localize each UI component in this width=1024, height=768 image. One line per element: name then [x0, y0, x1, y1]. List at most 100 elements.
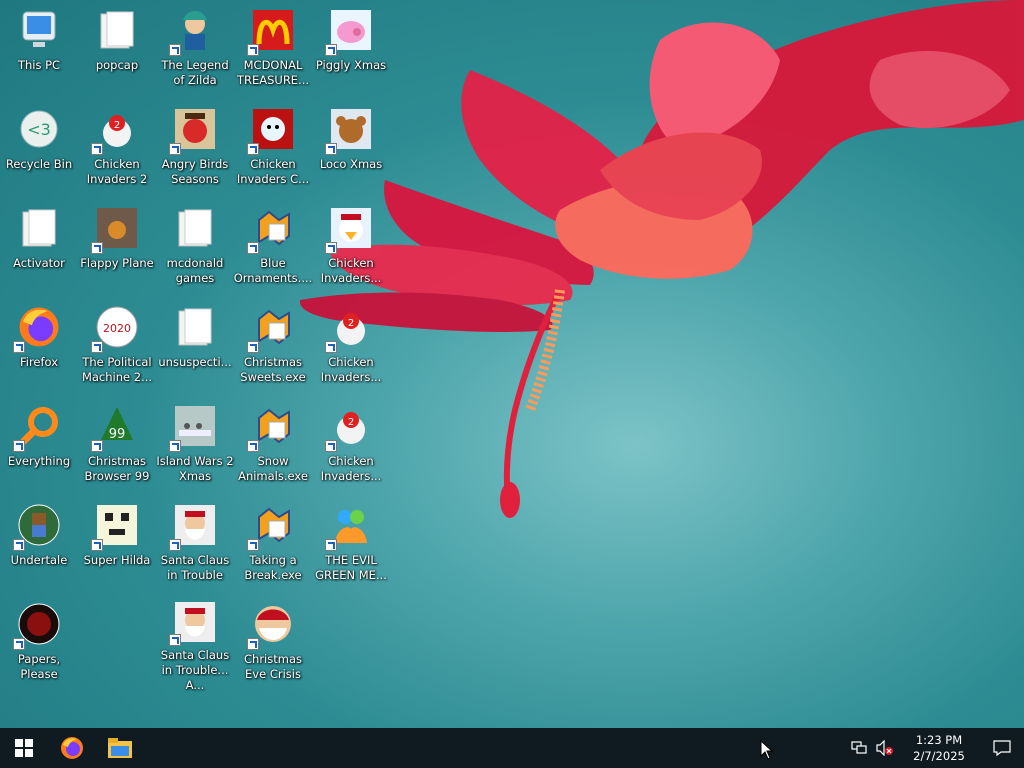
desktop-icon[interactable]: 99 Christmas Browser 99: [78, 396, 156, 488]
action-center-button[interactable]: [980, 728, 1024, 768]
desktop-icon-label: Everything: [7, 454, 71, 468]
desktop-icon[interactable]: unsuspecti...: [156, 297, 234, 389]
desktop-icon-label: Recycle Bin: [5, 157, 73, 171]
undertale-icon: [13, 501, 63, 551]
desktop-icon[interactable]: Activator: [0, 198, 78, 290]
desktop-icon[interactable]: Christmas Sweets.exe: [234, 297, 312, 389]
desktop-icon-label: Chicken Invaders...: [320, 355, 382, 384]
taskbar-firefox-button[interactable]: [48, 728, 96, 768]
desktop-icon[interactable]: 2 Chicken Invaders 2: [78, 99, 156, 191]
desktop-icon[interactable]: Blue Ornaments....: [234, 198, 312, 290]
volume-muted-icon: [876, 740, 893, 756]
svg-text:<3: <3: [27, 120, 51, 139]
desktop-icon[interactable]: mcdonald games: [156, 198, 234, 290]
desktop-icon-label: Super Hilda: [83, 553, 151, 567]
shortcut-arrow-icon: [247, 143, 259, 155]
shortcut-arrow-icon: [91, 539, 103, 551]
taskbar-clock[interactable]: 1:23 PM 2/7/2025: [898, 732, 980, 764]
shortcut-arrow-icon: [325, 242, 337, 254]
action-center-icon: [993, 740, 1011, 756]
shortcut-arrow-icon: [325, 440, 337, 452]
shortcut-arrow-icon: [169, 539, 181, 551]
start-button[interactable]: [0, 728, 48, 768]
desktop-icon[interactable]: popcap: [78, 0, 156, 92]
desktop-icon[interactable]: Santa Claus in Trouble: [156, 495, 234, 587]
christmas-tree-icon: 99: [91, 402, 141, 452]
chicken-invaders-icon: 2: [325, 402, 375, 452]
shortcut-arrow-icon: [13, 638, 25, 650]
shortcut-arrow-icon: [91, 242, 103, 254]
desktop-icon-label: Activator: [13, 256, 65, 270]
firefox-icon: [13, 303, 63, 353]
flappy-plane-icon: [91, 204, 141, 254]
desktop-icon[interactable]: Santa Claus in Trouble... A...: [156, 594, 234, 692]
desktop-icon[interactable]: Christmas Eve Crisis: [234, 594, 312, 686]
shortcut-arrow-icon: [247, 638, 259, 650]
shortcut-arrow-icon: [91, 341, 103, 353]
puzzle-icon: [247, 402, 297, 452]
desktop-icon-label: Firefox: [19, 355, 59, 369]
network-button[interactable]: [846, 728, 872, 768]
system-tray: 1:23 PM 2/7/2025: [846, 728, 1024, 768]
desktop-icon[interactable]: Loco Xmas: [312, 99, 390, 191]
computer-icon: [15, 6, 63, 54]
shortcut-arrow-icon: [325, 44, 337, 56]
desktop-icon-label: Chicken Invaders...: [320, 454, 382, 483]
desktop-icon[interactable]: The Legend of Zilda: [156, 0, 234, 92]
desktop-icon-label: Chicken Invaders 2: [86, 157, 148, 186]
snowman-icon: [247, 105, 297, 155]
desktop-icon[interactable]: Chicken Invaders...: [312, 198, 390, 290]
shortcut-arrow-icon: [247, 242, 259, 254]
desktop-icon[interactable]: Firefox: [0, 297, 78, 389]
desktop-icon[interactable]: Island Wars 2 Xmas: [156, 396, 234, 488]
volume-button[interactable]: [872, 728, 898, 768]
shortcut-arrow-icon: [247, 440, 259, 452]
desktop-icon[interactable]: Undertale: [0, 495, 78, 587]
desktop-icon[interactable]: This PC: [0, 0, 78, 92]
shortcut-arrow-icon: [325, 539, 337, 551]
puzzle-icon: [247, 303, 297, 353]
desktop-icon-label: Island Wars 2 Xmas: [156, 454, 234, 483]
chicken-invaders-icon: 2: [91, 105, 141, 155]
desktop-icon-label: Santa Claus in Trouble... A...: [160, 648, 230, 692]
desktop-icon[interactable]: Everything: [0, 396, 78, 488]
desktop-icon[interactable]: 2020 The Political Machine 2...: [78, 297, 156, 389]
desktop-icon-label: Christmas Sweets.exe: [240, 355, 306, 384]
everything-search-icon: [13, 402, 63, 452]
desktop-icon-label: Christmas Eve Crisis: [244, 652, 302, 681]
desktop-icon-label: Santa Claus in Trouble: [160, 553, 230, 582]
desktop-icon[interactable]: Papers, Please: [0, 594, 78, 686]
desktop-icon[interactable]: <3 Recycle Bin: [0, 99, 78, 191]
svg-text:2020: 2020: [103, 322, 131, 335]
santa-icon: [169, 501, 219, 551]
desktop-icon-label: popcap: [95, 58, 139, 72]
desktop-icon[interactable]: 2 Chicken Invaders...: [312, 297, 390, 389]
desktop-icon[interactable]: THE EVIL GREEN ME...: [312, 495, 390, 587]
desktop-icon-label: Taking a Break.exe: [244, 553, 302, 582]
svg-text:99: 99: [109, 427, 126, 442]
desktop-icon[interactable]: MCDONAL TREASURE...: [234, 0, 312, 92]
folder-icon: [15, 204, 63, 252]
desktop-icon[interactable]: Angry Birds Seasons: [156, 99, 234, 191]
desktop-icon[interactable]: Snow Animals.exe: [234, 396, 312, 488]
shortcut-arrow-icon: [169, 143, 181, 155]
messenger-icon: [325, 501, 375, 551]
desktop-icon[interactable]: Piggly Xmas: [312, 0, 390, 92]
shortcut-arrow-icon: [247, 341, 259, 353]
taskbar-file-explorer-button[interactable]: [96, 728, 144, 768]
recycle-bin-icon: <3: [15, 105, 63, 153]
desktop-icon-label: Chicken Invaders...: [320, 256, 382, 285]
desktop-icon-label: Blue Ornaments....: [233, 256, 313, 285]
desktop-icon[interactable]: Taking a Break.exe: [234, 495, 312, 587]
desktop-icon[interactable]: Super Hilda: [78, 495, 156, 587]
desktop-icon[interactable]: Chicken Invaders C...: [234, 99, 312, 191]
desktop-icon[interactable]: Flappy Plane: [78, 198, 156, 290]
super-hilda-icon: [91, 501, 141, 551]
desktop-icon[interactable]: 2 Chicken Invaders...: [312, 396, 390, 488]
santa-icon: [169, 600, 219, 646]
desktop-icon-label: MCDONAL TREASURE...: [236, 58, 310, 87]
shortcut-arrow-icon: [13, 539, 25, 551]
island-wars-icon: [169, 402, 219, 452]
desktop-icon-label: The Legend of Zilda: [161, 58, 229, 87]
desktop-icon-label: This PC: [17, 58, 61, 72]
